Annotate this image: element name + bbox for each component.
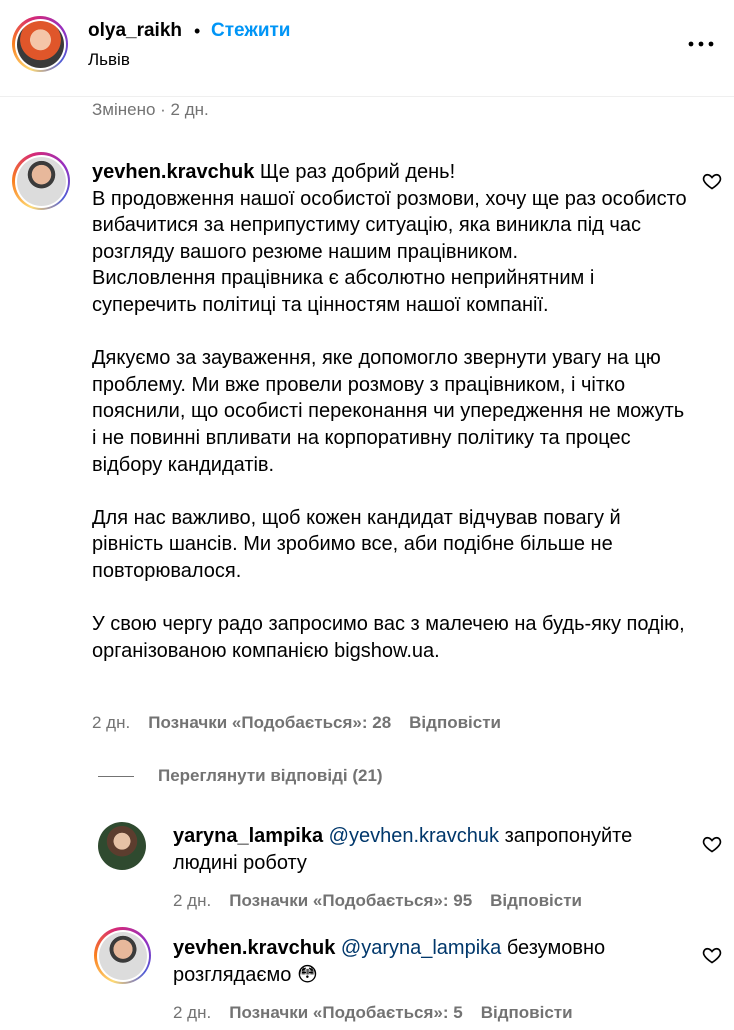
reply-body-1: yaryna_lampika @yevhen.kravchuk запропон…: [173, 823, 683, 876]
like-heart-icon[interactable]: [702, 171, 722, 191]
reply-mention[interactable]: @yaryna_lampika: [341, 937, 501, 959]
reply-mention[interactable]: @yevhen.kravchuk: [329, 825, 499, 847]
header-dot: •: [194, 21, 201, 41]
follow-button[interactable]: Стежити: [211, 20, 290, 42]
reply-body-2: yevhen.kravchuk @yaryna_lampika безумовн…: [173, 935, 683, 988]
view-replies-line: [98, 776, 134, 777]
reply-actions-1: 2 дн. Позначки «Подобається»: 95 Відпові…: [173, 891, 582, 911]
like-heart-icon[interactable]: [702, 834, 722, 854]
comment-likes[interactable]: Позначки «Подобається»: 28: [148, 713, 391, 733]
reply-reply-button[interactable]: Відповісти: [481, 1003, 573, 1023]
reply-likes[interactable]: Позначки «Подобається»: 95: [229, 891, 472, 911]
view-replies-button[interactable]: Переглянути відповіді (21): [158, 766, 383, 786]
comment-username[interactable]: yevhen.kravchuk: [92, 161, 254, 183]
post-author-username[interactable]: olya_raikh: [88, 20, 182, 42]
reply-avatar-yaryna[interactable]: [98, 822, 146, 870]
reply-time: 2 дн.: [173, 891, 212, 910]
reply-time: 2 дн.: [173, 1003, 212, 1022]
comment-text: Ще раз добрий день! В продовження нашої …: [92, 161, 687, 662]
more-options-icon[interactable]: [688, 36, 714, 52]
comment-avatar[interactable]: [12, 152, 70, 210]
comment-time: 2 дн.: [92, 713, 131, 732]
post-location[interactable]: Львів: [88, 50, 130, 70]
reply-username[interactable]: yevhen.kravchuk: [173, 937, 335, 959]
flushed-face-emoji: 😳: [296, 963, 318, 986]
comment-body: yevhen.kravchuk Ще раз добрий день! В пр…: [92, 159, 692, 664]
reply-actions-2: 2 дн. Позначки «Подобається»: 5 Відповіс…: [173, 1003, 573, 1023]
post-author-avatar[interactable]: [12, 16, 68, 72]
comment-actions: 2 дн. Позначки «Подобається»: 28 Відпові…: [92, 713, 501, 733]
reply-avatar-yevhen[interactable]: [94, 927, 151, 984]
reply-username[interactable]: yaryna_lampika: [173, 825, 323, 847]
reply-likes[interactable]: Позначки «Подобається»: 5: [229, 1003, 462, 1023]
like-heart-icon[interactable]: [702, 945, 722, 965]
reply-reply-button[interactable]: Відповісти: [490, 891, 582, 911]
caption-meta: Змінено · 2 дн.: [92, 100, 209, 119]
comment-reply-button[interactable]: Відповісти: [409, 713, 501, 733]
header-divider: [0, 96, 734, 97]
